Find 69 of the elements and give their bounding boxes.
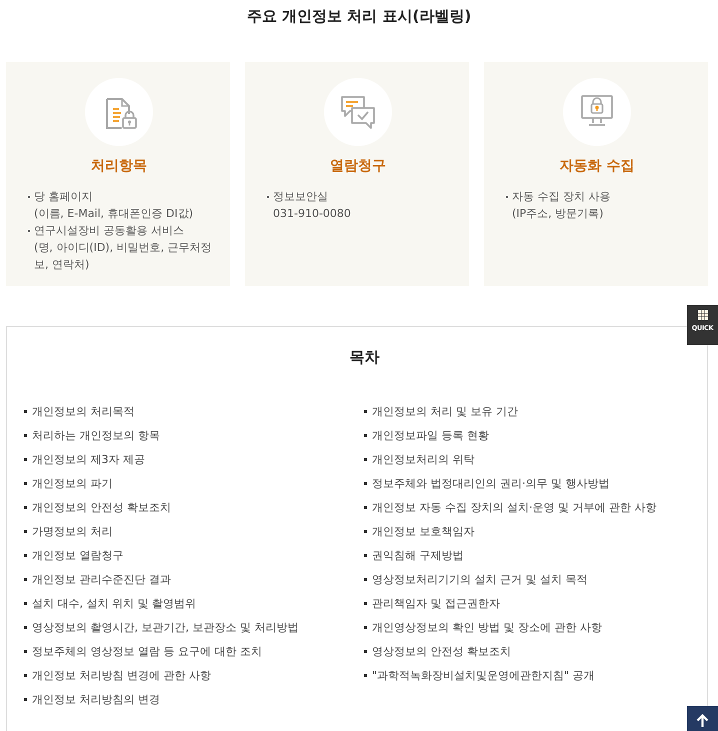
- bullet-icon: [24, 530, 27, 532]
- item-detail: (IP주소, 방문기록): [512, 206, 604, 222]
- contents-link[interactable]: 영상정보의 촬영시간, 보관기간, 보관장소 및 처리방법: [32, 620, 298, 634]
- contents-link[interactable]: 개인정보의 처리목적: [32, 404, 134, 418]
- item-label: 정보보안실: [273, 189, 329, 205]
- item-detail: 031-910-0080: [273, 206, 351, 222]
- bullet-icon: [24, 482, 27, 484]
- contents-link[interactable]: 개인정보의 제3자 제공: [32, 452, 145, 466]
- bullet-icon: [24, 626, 27, 628]
- contents-link[interactable]: 영상정보처리기기의 설치 근거 및 설치 목적: [372, 572, 588, 586]
- contents-link[interactable]: 개인정보의 안전성 확보조치: [32, 500, 171, 514]
- bullet-icon: [24, 602, 27, 604]
- page-title: 주요 개인정보 처리 표시(라벨링): [246, 6, 472, 26]
- monitor-lock-icon: [563, 78, 631, 146]
- scroll-top-button[interactable]: [687, 706, 718, 731]
- arrow-up-icon: [696, 714, 709, 727]
- bullet-icon: [24, 434, 27, 436]
- contents-link[interactable]: 개인정보 관리수준진단 결과: [32, 572, 171, 586]
- card-title: 열람청구: [330, 157, 386, 176]
- bullet-icon: [24, 578, 27, 580]
- bullet-icon: [364, 434, 367, 436]
- contents-link[interactable]: 개인영상정보의 확인 방법 및 장소에 관한 사항: [372, 620, 602, 634]
- bullet-icon: [364, 554, 367, 556]
- contents-link[interactable]: 관리책임자 및 접근권한자: [372, 596, 500, 610]
- contents-link[interactable]: 처리하는 개인정보의 항목: [32, 428, 160, 442]
- chat-bubbles-icon: [324, 78, 392, 146]
- card-title: 자동화 수집: [560, 157, 634, 176]
- bullet-icon: [364, 650, 367, 652]
- card-title: 처리항목: [91, 157, 147, 176]
- contents-link[interactable]: 설치 대수, 설치 위치 및 촬영범위: [32, 596, 196, 610]
- item-detail: (이름, E-Mail, 휴대폰인증 DI값): [34, 206, 194, 222]
- bullet-icon: [24, 506, 27, 508]
- contents-link[interactable]: 개인정보 처리방침의 변경: [32, 692, 160, 706]
- grid-icon: [698, 310, 708, 320]
- contents-link[interactable]: 개인정보 자동 수집 장치의 설치·운영 및 거부에 관한 사항: [372, 500, 656, 514]
- bullet-icon: [24, 554, 27, 556]
- bullet-icon: [24, 698, 27, 700]
- contents-link[interactable]: 개인정보 열람청구: [32, 548, 124, 562]
- bullet-icon: [364, 602, 367, 604]
- contents-link[interactable]: 가명정보의 처리: [32, 524, 112, 538]
- bullet-icon: [24, 674, 27, 676]
- document-lock-icon: [85, 78, 153, 146]
- bullet-icon: [364, 578, 367, 580]
- bullet-icon: [364, 410, 367, 412]
- item-label: 자동 수집 장치 사용: [512, 189, 610, 205]
- bullet-icon: [364, 626, 367, 628]
- contents-link[interactable]: 개인정보의 파기: [32, 476, 112, 490]
- contents-link[interactable]: 개인정보처리의 위탁: [372, 452, 474, 466]
- contents-link[interactable]: "과학적녹화장비설치및운영에관한지침" 공개: [372, 668, 595, 682]
- bullet-icon: [364, 530, 367, 532]
- contents-link[interactable]: 개인정보파일 등록 현황: [372, 428, 489, 442]
- contents-link[interactable]: 정보주체의 영상정보 열람 등 요구에 대한 조치: [32, 644, 262, 658]
- bullet-icon: [24, 458, 27, 460]
- contents-link[interactable]: 영상정보의 안전성 확보조치: [372, 644, 511, 658]
- bullet-icon: [364, 458, 367, 460]
- contents-link[interactable]: 개인정보 처리방침 변경에 관한 사항: [32, 668, 211, 682]
- contents-link[interactable]: 권익침해 구제방법: [372, 548, 464, 562]
- contents-link[interactable]: 개인정보 보호책임자: [372, 524, 474, 538]
- bullet-icon: [24, 410, 27, 412]
- contents-title: 목차: [350, 347, 380, 367]
- bullet-icon: [364, 506, 367, 508]
- bullet-icon: [364, 674, 367, 676]
- item-label: 연구시설장비 공동활용 서비스: [34, 223, 185, 239]
- contents-link[interactable]: 개인정보의 처리 및 보유 기간: [372, 404, 518, 418]
- item-detail: (명, 아이디(ID), 비밀번호, 근무처정보, 연락처): [34, 240, 212, 273]
- bullet-icon: [24, 650, 27, 652]
- contents-link[interactable]: 정보주체와 법정대리인의 권리·의무 및 행사방법: [372, 476, 610, 490]
- bullet-icon: [364, 482, 367, 484]
- item-label: 당 홈페이지: [34, 189, 94, 205]
